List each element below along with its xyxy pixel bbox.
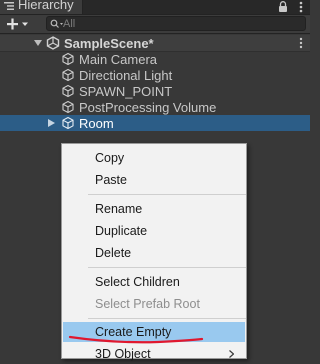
context-menu: Copy Paste Rename Duplicate Delete Selec… — [61, 143, 247, 361]
tab-title: Hierarchy — [18, 0, 74, 12]
menu-item-label: Select Prefab Root — [95, 297, 200, 311]
menu-item-label: Select Children — [95, 275, 180, 289]
collapsed-arrow-icon[interactable] — [48, 119, 55, 127]
unity-scene-icon — [46, 36, 60, 50]
hierarchy-item-spawn-point[interactable]: SPAWN_POINT — [0, 83, 310, 99]
hierarchy-item-main-camera[interactable]: Main Camera — [0, 51, 310, 67]
menu-item-label: Duplicate — [95, 224, 148, 238]
gameobject-cube-icon — [62, 116, 74, 130]
tab-hierarchy[interactable]: Hierarchy — [0, 0, 83, 14]
menu-item-label: Delete — [95, 246, 132, 260]
scene-name: SampleScene* — [64, 36, 154, 51]
hierarchy-item-label: Directional Light — [79, 68, 173, 83]
panel-menu-icon[interactable] — [296, 1, 306, 13]
search-box[interactable] — [46, 16, 306, 31]
hierarchy-item-label: Room — [79, 116, 114, 131]
menu-item-rename[interactable]: Rename — [62, 199, 246, 219]
scene-header-row[interactable]: SampleScene* — [0, 35, 310, 52]
gameobject-cube-icon — [62, 52, 74, 66]
gameobject-cube-icon — [62, 84, 74, 98]
menu-item-label: Rename — [95, 202, 143, 216]
hierarchy-item-label: Main Camera — [79, 52, 158, 67]
create-dropdown-button[interactable] — [4, 16, 32, 32]
hierarchy-item-directional-light[interactable]: Directional Light — [0, 67, 310, 83]
red-underline-annotation — [68, 335, 204, 344]
submenu-arrow-icon — [229, 350, 234, 358]
expand-arrow-icon[interactable] — [34, 40, 42, 46]
menu-item-paste[interactable]: Paste — [62, 170, 246, 190]
menu-item-select-prefab-root: Select Prefab Root — [62, 294, 246, 314]
hierarchy-toolbar — [0, 15, 310, 34]
menu-item-delete[interactable]: Delete — [62, 243, 246, 263]
menu-separator — [88, 318, 246, 319]
menu-item-label: Paste — [95, 173, 127, 187]
hierarchy-item-label: SPAWN_POINT — [79, 84, 173, 99]
scene-menu-icon[interactable] — [298, 37, 304, 49]
lock-icon[interactable] — [278, 1, 288, 12]
menu-separator — [88, 267, 246, 268]
menu-separator — [88, 194, 246, 195]
hierarchy-list-icon — [4, 2, 14, 10]
hierarchy-item-room[interactable]: Room — [0, 115, 310, 131]
gameobject-cube-icon — [62, 68, 74, 82]
hierarchy-item-postprocessing-volume[interactable]: PostProcessing Volume — [0, 99, 310, 115]
menu-item-3d-object[interactable]: 3D Object — [62, 344, 246, 364]
hierarchy-item-label: PostProcessing Volume — [79, 100, 217, 115]
menu-item-copy[interactable]: Copy — [62, 148, 246, 168]
menu-item-select-children[interactable]: Select Children — [62, 272, 246, 292]
search-input[interactable] — [63, 17, 293, 30]
window-tab-bar: Hierarchy — [0, 0, 310, 15]
menu-item-label: Copy — [95, 151, 125, 165]
gameobject-cube-icon — [62, 100, 74, 114]
menu-item-duplicate[interactable]: Duplicate — [62, 221, 246, 241]
search-icon — [50, 19, 63, 28]
